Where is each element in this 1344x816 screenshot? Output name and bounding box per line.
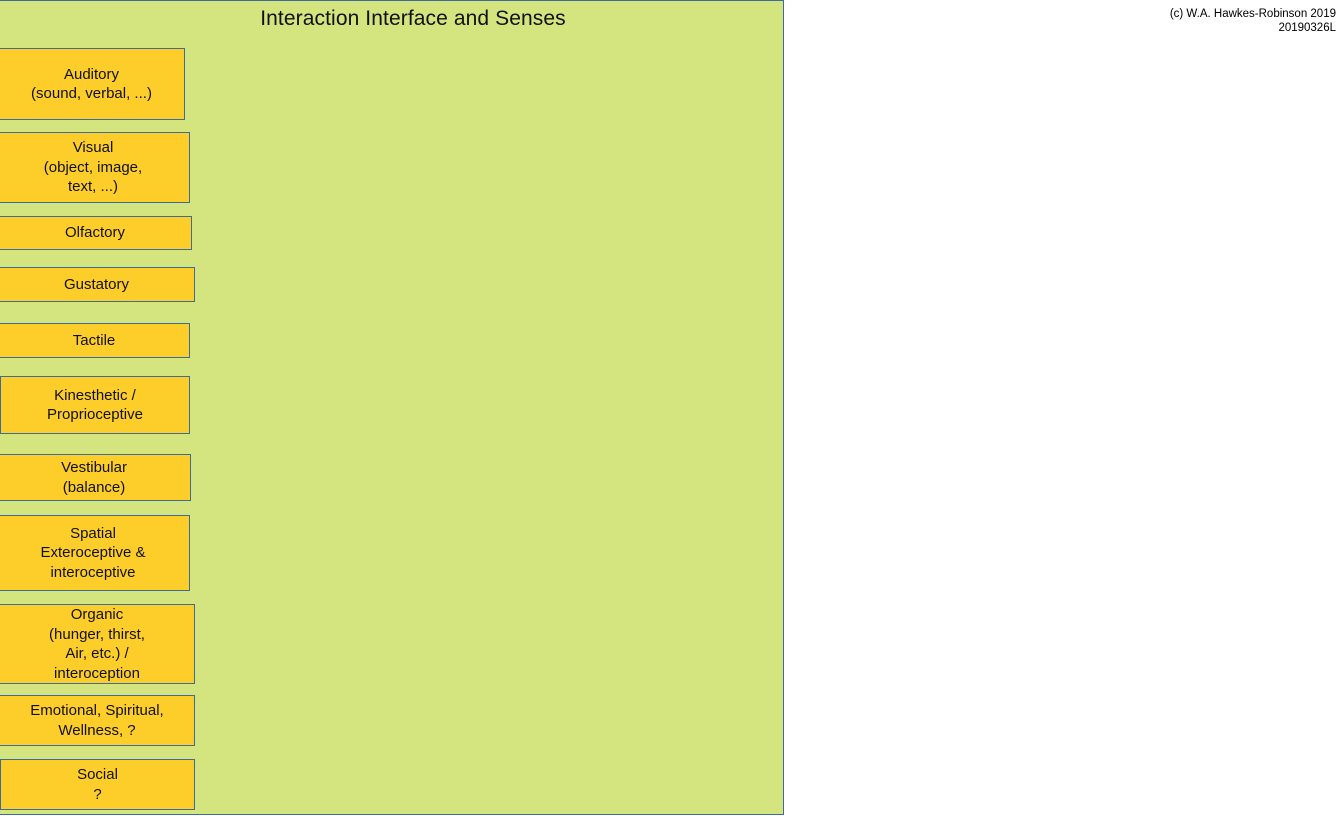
sense-box-label: Gustatory: [64, 275, 129, 295]
sense-box-label: Olfactory: [65, 223, 125, 243]
sense-box-label: Organic (hunger, thirst, Air, etc.) / in…: [49, 605, 145, 683]
page-title: Interaction Interface and Senses: [0, 7, 784, 31]
interaction-interface-diagram-panel: Interaction Interface and Senses Auditor…: [0, 0, 784, 815]
sense-box-spatial[interactable]: Spatial Exteroceptive & interoceptive: [0, 515, 190, 591]
sense-box-gustatory[interactable]: Gustatory: [0, 267, 195, 302]
sense-box-label: Tactile: [73, 331, 116, 351]
sense-box-label: Visual (object, image, text, ...): [44, 138, 142, 197]
sense-box-label: Social ?: [77, 765, 118, 804]
sense-box-label: Auditory (sound, verbal, ...): [31, 65, 152, 104]
sense-box-social[interactable]: Social ?: [0, 759, 195, 810]
copyright-notice: (c) W.A. Hawkes-Robinson 2019 20190326L: [1170, 7, 1336, 35]
sense-box-visual[interactable]: Visual (object, image, text, ...): [0, 132, 190, 203]
sense-box-auditory[interactable]: Auditory (sound, verbal, ...): [0, 48, 185, 120]
sense-box-tactile[interactable]: Tactile: [0, 323, 190, 358]
sense-box-label: Kinesthetic / Proprioceptive: [47, 386, 143, 425]
sense-box-label: Vestibular (balance): [61, 458, 127, 497]
sense-box-emotional-spiritual-wellness[interactable]: Emotional, Spiritual, Wellness, ?: [0, 695, 195, 746]
sense-box-olfactory[interactable]: Olfactory: [0, 216, 192, 250]
sense-box-label: Emotional, Spiritual, Wellness, ?: [30, 701, 163, 740]
sense-box-label: Spatial Exteroceptive & interoceptive: [40, 524, 145, 583]
copyright-line-1: (c) W.A. Hawkes-Robinson 2019: [1170, 7, 1336, 21]
sense-box-vestibular[interactable]: Vestibular (balance): [0, 454, 191, 501]
sense-box-kinesthetic-proprioceptive[interactable]: Kinesthetic / Proprioceptive: [0, 376, 190, 434]
sense-box-organic[interactable]: Organic (hunger, thirst, Air, etc.) / in…: [0, 604, 195, 684]
copyright-line-2: 20190326L: [1170, 21, 1336, 35]
